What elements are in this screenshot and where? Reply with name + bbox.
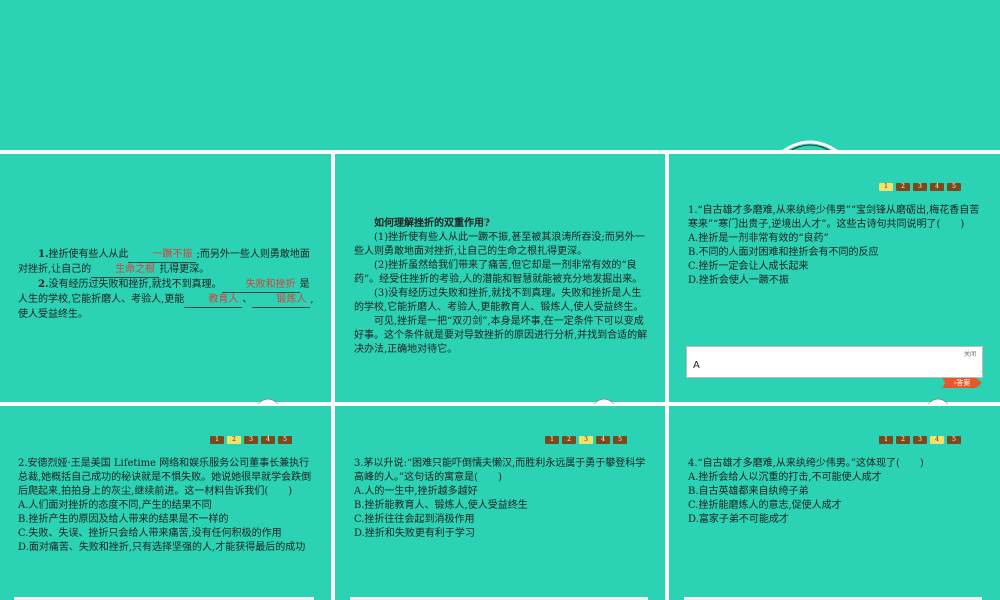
explanation-title: 如何理解挫折的双重作用? (374, 218, 490, 229)
pager-dot-3[interactable]: 3 (913, 183, 927, 191)
pager-dot-2[interactable]: 2 (562, 436, 576, 444)
question-pager: 1 2 3 4 5 (210, 436, 292, 444)
question-2-panel: 2.安德烈娅·王是美国 Lifetime 网络和娱乐服务公司董事长兼执行总裁,她… (18, 457, 316, 555)
pager-dot-4[interactable]: 4 (930, 183, 944, 191)
option-d[interactable]: D.富家子弟不可能成才 (688, 513, 984, 527)
pager-dot-1[interactable]: 1 (879, 436, 893, 444)
pager-dot-1[interactable]: 1 (210, 436, 224, 444)
grid-divider-left (331, 150, 335, 600)
option-b[interactable]: B.自古英雄都来自纨绔子弟 (688, 485, 984, 499)
pager-dot-5[interactable]: 5 (947, 436, 961, 444)
answer-value: A (693, 360, 700, 371)
pager-dot-1[interactable]: 1 (545, 436, 559, 444)
explanation-paragraph: (3)没有经历过失败和挫折,就找不到真理。失败和挫折是人生的学校,它能折磨人、考… (354, 288, 644, 313)
answer-popup: 关闭 A (686, 346, 983, 378)
pager-dot-3[interactable]: 3 (579, 436, 593, 444)
question-1-panel: 1.“自古雄才多磨难,从来纨绔少伟男”“宝剑锋从磨砺出,梅花香自苦寒来”“寒门出… (688, 204, 984, 288)
explanation-paragraph: 可见,挫折是一把“双刃剑”,本身是坏事,在一定条件下可以变成好事。这个条件就是要… (354, 316, 648, 355)
pager-dot-3[interactable]: 3 (244, 436, 258, 444)
option-d[interactable]: D.挫折和失败更有利于学习 (354, 527, 650, 541)
pager-dot-4[interactable]: 4 (930, 436, 944, 444)
question-pager: 1 2 3 4 5 (879, 183, 961, 191)
question-text: 、 (242, 294, 253, 305)
question-1-fill: 1.挫折使有些人从此 一蹶不振 ;而另外一些人则勇敢地面对挫折,让自己的 生命之根 扎得… (18, 248, 318, 278)
pager-dot-4[interactable]: 4 (261, 436, 275, 444)
question-stem: 3.茅以升说:“困难只能吓倒懦夫懒汉,而胜利永远属于勇于攀登科学高峰的人。”这句… (354, 458, 646, 483)
pager-dot-2[interactable]: 2 (896, 436, 910, 444)
divider-ornament-1 (257, 398, 279, 404)
question-pager: 1 2 3 4 5 (879, 436, 961, 444)
explanation-paragraph: (2)挫折虽然给我们带来了痛苦,但它却是一剂非常有效的“良药”。经受住挫折的考验… (354, 260, 643, 285)
option-d[interactable]: D.挫折会使人一蹶不振 (688, 274, 984, 288)
question-pager: 1 2 3 4 5 (545, 436, 627, 444)
divider-ornament-3 (927, 398, 949, 404)
question-number: 2. (38, 279, 49, 290)
question-stem: 4.“自古雄才多磨难,从来纨绔少伟男。”这体现了( ) (688, 458, 924, 469)
option-b[interactable]: B.不同的人面对困难和挫折会有不同的反应 (688, 246, 984, 260)
option-a[interactable]: A.挫折是一剂非常有效的“良药” (688, 232, 984, 246)
pager-dot-1[interactable]: 1 (879, 183, 893, 191)
pager-dot-4[interactable]: 4 (596, 436, 610, 444)
pager-dot-2[interactable]: 2 (227, 436, 241, 444)
explanation-paragraph: (1)挫折使有些人从此一蹶不振,甚至被其浪涛所吞没;而另外一些人则勇敢地面对挫折… (354, 232, 645, 257)
answer-button-label: 答案 (956, 379, 971, 387)
question-stem: 1.“自古雄才多磨难,从来纨绔少伟男”“宝剑锋从磨砺出,梅花香自苦寒来”“寒门出… (688, 205, 980, 230)
question-4-panel: 4.“自古雄才多磨难,从来纨绔少伟男。”这体现了( ) A.挫折会给人以沉重的打… (688, 457, 984, 527)
top-banner (0, 0, 1000, 150)
question-text: 扎得更深。 (159, 264, 210, 275)
divider-ornament-2 (593, 398, 615, 404)
option-d[interactable]: D.面对痛苦、失败和挫折,只有选择坚强的人,才能获得最后的成功 (18, 541, 316, 555)
question-stem: 2.安德烈娅·王是美国 Lifetime 网络和娱乐服务公司董事长兼执行总裁,她… (18, 458, 312, 497)
answer-blank[interactable]: 失败和挫折 (221, 278, 300, 293)
pager-dot-3[interactable]: 3 (913, 436, 927, 444)
grid-divider-middle (0, 402, 1000, 406)
option-b[interactable]: B.挫折产生的原因及给人带来的结果是不一样的 (18, 513, 316, 527)
answer-blank[interactable]: 一蹶不振 (128, 248, 197, 263)
question-text: 挫折使有些人从此 (48, 249, 129, 260)
question-text: 没有经历过失败和挫折,就找不到真理。 (48, 279, 222, 290)
answer-button[interactable]: ›答案 (942, 378, 982, 388)
pager-dot-5[interactable]: 5 (613, 436, 627, 444)
option-a[interactable]: A.人的一生中,挫折越多越好 (354, 485, 650, 499)
pager-dot-5[interactable]: 5 (278, 436, 292, 444)
fill-blank-panel: 1.挫折使有些人从此 一蹶不振 ;而另外一些人则勇敢地面对挫折,让自己的 生命之根 扎得… (18, 248, 318, 322)
option-c[interactable]: C.失败、失误、挫折只会给人带来痛苦,没有任何积极的作用 (18, 527, 316, 541)
grid-divider-right (665, 150, 669, 600)
close-button[interactable]: 关闭 (964, 349, 976, 358)
option-c[interactable]: C.挫折往往会起到消极作用 (354, 513, 650, 527)
option-b[interactable]: B.挫折能教育人、锻炼人,使人受益终生 (354, 499, 650, 513)
option-c[interactable]: C.挫折一定会让人成长起来 (688, 260, 984, 274)
question-2-fill: 2.没有经历过失败和挫折,就找不到真理。 失败和挫折 是人生的学校,它能折磨人、考验… (18, 278, 318, 322)
answer-blank[interactable]: 锻炼人 (252, 293, 311, 308)
option-a[interactable]: A.挫折会给人以沉重的打击,不可能使人成才 (688, 471, 984, 485)
option-a[interactable]: A.人们面对挫折的态度不同,产生的结果不同 (18, 499, 316, 513)
explanation-panel: 如何理解挫折的双重作用? (1)挫折使有些人从此一蹶不振,甚至被其浪涛所吞没;而… (354, 217, 648, 357)
answer-blank[interactable]: 生命之根 (91, 263, 160, 278)
answer-blank[interactable]: 教育人 (184, 293, 243, 308)
question-number: 1. (38, 249, 49, 260)
grid-divider-top (0, 150, 1000, 154)
pager-dot-2[interactable]: 2 (896, 183, 910, 191)
option-c[interactable]: C.挫折能磨炼人的意志,促使人成才 (688, 499, 984, 513)
question-3-panel: 3.茅以升说:“困难只能吓倒懦夫懒汉,而胜利永远属于勇于攀登科学高峰的人。”这句… (354, 457, 650, 541)
pager-dot-5[interactable]: 5 (947, 183, 961, 191)
